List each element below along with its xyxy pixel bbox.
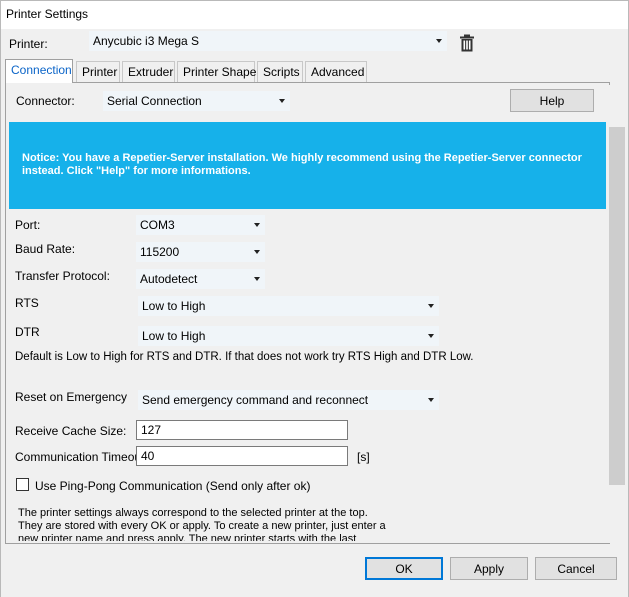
tab-scripts[interactable]: Scripts bbox=[257, 61, 303, 82]
help-button[interactable]: Help bbox=[510, 89, 594, 112]
reset-on-emergency-select-value: Send emergency command and reconnect bbox=[142, 393, 369, 407]
rts-select-value: Low to High bbox=[142, 299, 206, 313]
chevron-down-icon bbox=[436, 39, 442, 43]
tab-printer-shape[interactable]: Printer Shape bbox=[177, 61, 256, 82]
title-bar: Printer Settings bbox=[1, 1, 628, 29]
tab-connection[interactable]: Connection bbox=[5, 59, 73, 83]
delete-printer-button[interactable] bbox=[459, 34, 475, 52]
dtr-select-value: Low to High bbox=[142, 329, 206, 343]
chevron-down-icon bbox=[254, 277, 260, 281]
trash-icon bbox=[460, 34, 474, 52]
connector-label: Connector: bbox=[16, 94, 75, 108]
chevron-down-icon bbox=[279, 99, 285, 103]
chevron-down-icon bbox=[428, 304, 434, 308]
rts-dtr-hint: Default is Low to High for RTS and DTR. … bbox=[15, 351, 474, 363]
notice-text: Notice: You have a Repetier-Server insta… bbox=[22, 152, 582, 177]
reset-on-emergency-label: Reset on Emergency bbox=[15, 390, 128, 404]
printer-select-value: Anycubic i3 Mega S bbox=[93, 34, 200, 48]
reset-on-emergency-select[interactable]: Send emergency command and reconnect bbox=[138, 390, 439, 410]
cancel-button[interactable]: Cancel bbox=[535, 557, 617, 580]
baud-rate-select-value: 115200 bbox=[140, 245, 180, 259]
window-title: Printer Settings bbox=[6, 7, 89, 21]
settings-info-text: The printer settings always correspond t… bbox=[18, 507, 386, 541]
port-select[interactable]: COM3 bbox=[136, 215, 265, 235]
communication-timeout-input[interactable]: 40 bbox=[136, 446, 348, 466]
communication-timeout-label: Communication Timeout: bbox=[15, 450, 148, 464]
chevron-down-icon bbox=[254, 223, 260, 227]
receive-cache-size-label: Receive Cache Size: bbox=[15, 424, 127, 438]
dtr-select[interactable]: Low to High bbox=[138, 326, 439, 346]
rts-label: RTS bbox=[15, 296, 39, 310]
scrollbar-thumb[interactable] bbox=[609, 127, 625, 485]
tab-extruder[interactable]: Extruder bbox=[122, 61, 175, 82]
dtr-label: DTR bbox=[15, 325, 40, 339]
baud-rate-label: Baud Rate: bbox=[15, 242, 76, 256]
chevron-down-icon bbox=[254, 250, 260, 254]
printer-select[interactable]: Anycubic i3 Mega S bbox=[89, 31, 447, 51]
chevron-down-icon bbox=[428, 334, 434, 338]
printer-label: Printer: bbox=[9, 37, 48, 51]
port-select-value: COM3 bbox=[140, 218, 175, 232]
connector-select-value: Serial Connection bbox=[107, 94, 202, 108]
connector-select[interactable]: Serial Connection bbox=[103, 91, 290, 111]
transfer-protocol-select[interactable]: Autodetect bbox=[136, 269, 265, 289]
baud-rate-select[interactable]: 115200 bbox=[136, 242, 265, 262]
ok-button[interactable]: OK bbox=[365, 557, 443, 580]
tab-printer[interactable]: Printer bbox=[76, 61, 120, 82]
receive-cache-size-input[interactable]: 127 bbox=[136, 420, 348, 440]
chevron-down-icon bbox=[428, 398, 434, 402]
printer-settings-window: Printer Settings Printer: Anycubic i3 Me… bbox=[0, 0, 629, 597]
rts-select[interactable]: Low to High bbox=[138, 296, 439, 316]
notice-banner: Notice: You have a Repetier-Server insta… bbox=[9, 122, 606, 209]
transfer-protocol-label: Transfer Protocol: bbox=[15, 269, 110, 283]
ping-pong-label: Use Ping-Pong Communication (Send only a… bbox=[35, 479, 311, 493]
port-label: Port: bbox=[15, 218, 41, 232]
transfer-protocol-select-value: Autodetect bbox=[140, 272, 198, 286]
dialog-footer bbox=[1, 545, 628, 597]
timeout-unit: [s] bbox=[357, 450, 370, 464]
ping-pong-checkbox[interactable] bbox=[16, 478, 29, 491]
tab-advanced[interactable]: Advanced bbox=[305, 61, 367, 82]
apply-button[interactable]: Apply bbox=[450, 557, 528, 580]
